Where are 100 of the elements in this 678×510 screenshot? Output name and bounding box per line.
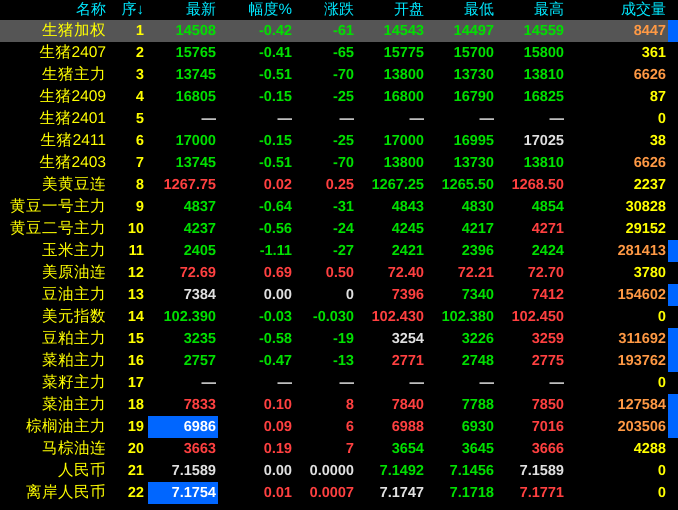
quote-row[interactable]: 美原油连 12 72.69 0.69 0.50 72.40 72.21 72.70 3780	[0, 262, 678, 284]
table-cell: 7.1456	[450, 463, 494, 479]
table-cell: 16800	[384, 89, 424, 105]
table-cell: -24	[333, 221, 354, 237]
table-cell: 3666	[532, 441, 564, 457]
row-number: 2	[134, 44, 145, 63]
table-cell: 0.10	[264, 397, 292, 413]
quote-row[interactable]: 生猪主力 3 13745 -0.51 -70 13800 13730 13810 6626	[0, 64, 678, 86]
table-cell: 13745	[176, 155, 216, 171]
column-header[interactable]: 最高	[496, 0, 566, 20]
column-header[interactable]: 幅度%	[218, 0, 294, 20]
quote-row[interactable]: 棕榈油主力 19 6986 0.09 6 6988 6930 7016 203506	[0, 416, 678, 438]
table-cell: 72.40	[388, 265, 424, 281]
table-cell: 2421	[392, 243, 424, 259]
table-cell: 16995	[454, 133, 494, 149]
instrument-name: 马棕油连	[41, 439, 107, 459]
quote-row[interactable]: 黄豆二号主力 10 4237 -0.56 -24 4245 4217 4271 29152	[0, 218, 678, 240]
quote-row[interactable]: 豆油主力 13 7384 0.00 0 7396 7340 7412 154602	[0, 284, 678, 306]
table-cell: 3259	[532, 331, 564, 347]
table-cell: —	[278, 375, 292, 391]
table-cell: 15765	[176, 45, 216, 61]
table-cell: 7.1747	[380, 485, 424, 501]
table-cell: 1267.25	[372, 177, 424, 193]
table-cell: —	[550, 375, 564, 391]
quote-row[interactable]: 生猪2407 2 15765 -0.41 -65 15775 15700 15800 361	[0, 42, 678, 64]
table-cell: 13745	[176, 67, 216, 83]
table-cell: 13730	[454, 67, 494, 83]
table-cell: 72.21	[458, 265, 494, 281]
table-cell: 0.02	[264, 177, 292, 193]
quote-row[interactable]: 马棕油连 20 3663 0.19 7 3654 3645 3666 4288	[0, 438, 678, 460]
table-cell: 0	[658, 111, 666, 127]
table-cell: 2396	[462, 243, 494, 259]
column-header[interactable]: 涨跌	[294, 0, 356, 20]
column-header[interactable]: 成交量	[566, 0, 668, 20]
table-cell: -0.42	[258, 23, 292, 39]
instrument-name: 菜粕主力	[41, 350, 107, 371]
table-cell: 7788	[462, 397, 494, 413]
table-cell: 3780	[634, 265, 666, 281]
instrument-name: 黄豆一号主力	[9, 196, 107, 217]
row-number: 20	[126, 440, 145, 459]
quote-row[interactable]: 菜粕主力 16 2757 -0.47 -13 2771 2748 2775 193762	[0, 350, 678, 372]
row-number: 7	[134, 154, 145, 173]
table-cell: -19	[333, 331, 354, 347]
table-cell: 281413	[618, 243, 666, 259]
table-cell: 7412	[532, 287, 564, 303]
column-header[interactable]: 最低	[426, 0, 496, 20]
table-cell: 3254	[392, 331, 424, 347]
quote-row[interactable]: 玉米主力 11 2405 -1.11 -27 2421 2396 2424 281413	[0, 240, 678, 262]
column-header[interactable]: 最新	[146, 0, 218, 20]
table-cell: -0.64	[258, 199, 292, 215]
quote-row[interactable]: 生猪加权 1 14508 -0.42 -61 14543 14497 14559 8447	[0, 20, 678, 42]
table-cell: 6626	[634, 67, 666, 83]
quote-row[interactable]: 生猪2411 6 17000 -0.15 -25 17000 16995 17025 38	[0, 130, 678, 152]
table-cell: 6626	[634, 155, 666, 171]
quote-row[interactable]: 美元指数 14 102.390 -0.03 -0.030 102.430 102.380 102.450 0	[0, 306, 678, 328]
table-cell: 7	[346, 441, 354, 457]
table-cell: 87	[650, 89, 666, 105]
quote-row[interactable]: 生猪2409 4 16805 -0.15 -25 16800 16790 16825 87	[0, 86, 678, 108]
instrument-name: 生猪2401	[38, 109, 107, 129]
instrument-name: 棕榈油主力	[25, 416, 107, 437]
row-number: 12	[126, 264, 145, 283]
table-cell: 13800	[384, 67, 424, 83]
column-header[interactable]: 序↓	[108, 0, 146, 20]
instrument-name: 豆油主力	[41, 284, 107, 305]
table-cell: 13810	[524, 155, 564, 171]
table-cell: 7016	[532, 419, 564, 435]
table-cell: -70	[333, 155, 354, 171]
table-cell: 13810	[524, 67, 564, 83]
row-number: 17	[126, 374, 145, 393]
quote-row[interactable]: 生猪2403 7 13745 -0.51 -70 13800 13730 13810 6626	[0, 152, 678, 174]
row-number: 8	[134, 176, 145, 195]
instrument-name: 美元指数	[41, 306, 107, 327]
table-cell: 2771	[392, 353, 424, 369]
quote-row[interactable]: 离岸人民币 22 7.1754 0.01 0.0007 7.1747 7.1718 7.1771 0	[0, 482, 678, 504]
quote-row[interactable]: 黄豆一号主力 9 4837 -0.64 -31 4843 4830 4854 30828	[0, 196, 678, 218]
table-cell: -0.030	[312, 309, 354, 325]
table-cell: 72.70	[528, 265, 564, 281]
table-cell: 4843	[392, 199, 424, 215]
table-cell: 7840	[392, 397, 424, 413]
table-cell: 8	[346, 397, 354, 413]
table-cell: 4237	[184, 221, 216, 237]
table-cell: —	[480, 375, 494, 391]
table-cell: 6986	[184, 419, 216, 435]
row-number: 11	[128, 242, 145, 261]
table-cell: -25	[333, 133, 354, 149]
column-header[interactable]: 名称	[0, 0, 108, 20]
quote-row[interactable]: 人民币 21 7.1589 0.00 0.0000 7.1492 7.1456 7.1589 0	[0, 460, 678, 482]
quote-row[interactable]: 豆粕主力 15 3235 -0.58 -19 3254 3226 3259 311692	[0, 328, 678, 350]
table-cell: 4271	[532, 221, 564, 237]
column-header[interactable]: 开盘	[356, 0, 426, 20]
table-cell: -70	[333, 67, 354, 83]
table-cell: 15775	[384, 45, 424, 61]
quote-row[interactable]: 菜籽主力 17 — — — — — — 0	[0, 372, 678, 394]
quote-row[interactable]: 生猪2401 5 — — — — — — 0	[0, 108, 678, 130]
table-cell: —	[410, 111, 424, 127]
quote-row[interactable]: 菜油主力 18 7833 0.10 8 7840 7788 7850 127584	[0, 394, 678, 416]
table-cell: 7396	[392, 287, 424, 303]
quote-row[interactable]: 美黄豆连 8 1267.75 0.02 0.25 1267.25 1265.50 1268.50 2237	[0, 174, 678, 196]
table-cell: 2748	[462, 353, 494, 369]
table-cell: 4854	[532, 199, 564, 215]
